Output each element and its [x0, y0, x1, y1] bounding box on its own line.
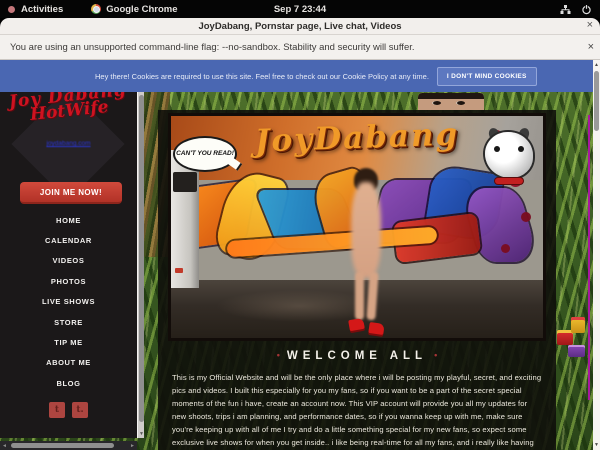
sidebar-menu: HOME CALENDAR VIDEOS PHOTOS LIVE SHOWS S… — [0, 210, 137, 394]
graffiti-dot — [521, 212, 531, 222]
activities-button[interactable]: Activities — [8, 4, 63, 15]
heading-dot-icon: • — [277, 350, 280, 360]
sidebar: Joy Dabang HotWife joydabang.com JOIN ME… — [0, 92, 137, 438]
page-vertical-scrollbar[interactable]: ▲ ▼ — [593, 60, 600, 450]
scroll-down-icon[interactable]: ▼ — [138, 431, 145, 437]
sidebar-item-home[interactable]: HOME — [0, 210, 137, 230]
flag-warning-message: You are using an unsupported command-lin… — [10, 42, 415, 53]
sidebar-item-about-me[interactable]: ABOUT ME — [0, 353, 137, 373]
page-scrollbar-thumb[interactable] — [594, 71, 599, 131]
sidebar-vertical-scrollbar[interactable]: ▼ — [137, 92, 144, 438]
model-figure-image — [343, 168, 391, 338]
gnome-top-bar: Activities Google Chrome Sep 7 23:44 — [0, 0, 600, 18]
sidebar-item-videos[interactable]: VIDEOS — [0, 251, 137, 271]
face-eye — [456, 101, 465, 105]
background-face-image — [418, 93, 484, 110]
face-eye — [432, 101, 441, 105]
accept-cookies-button[interactable]: I DON'T MIND COOKIES — [437, 67, 537, 86]
app-name-label: Google Chrome — [106, 4, 177, 15]
activities-label: Activities — [21, 4, 63, 15]
dog-eye — [518, 146, 524, 152]
sidebar-horizontal-scrollbar[interactable]: ◄ ► — [0, 441, 137, 450]
heading-dot-icon: • — [434, 350, 437, 360]
gift-box-decor — [571, 317, 585, 333]
face-hair — [418, 93, 484, 99]
gift-box-decor — [568, 345, 585, 357]
dog-eye — [494, 146, 500, 152]
power-icon[interactable] — [581, 4, 592, 15]
scroll-down-icon[interactable]: ▼ — [593, 442, 600, 448]
graffiti-dot — [501, 244, 510, 253]
dog-head — [485, 132, 533, 178]
red-heel — [348, 318, 365, 331]
figure-body — [351, 182, 381, 278]
sidebar-vertical-scrollbar-thumb[interactable] — [139, 95, 144, 422]
sidebar-item-tip-me[interactable]: TIP ME — [0, 332, 137, 352]
sidebar-item-blog[interactable]: BLOG — [0, 373, 137, 393]
window-close-icon[interactable]: × — [587, 19, 593, 31]
figure-leg — [366, 272, 378, 321]
screen: Activities Google Chrome Sep 7 23:44 Joy… — [0, 0, 600, 450]
main-content-panel: JoyDabang CAN'T YOU READ! •WELCOM — [158, 110, 556, 450]
window-title: JoyDabang, Pornstar page, Live chat, Vid… — [198, 21, 401, 32]
flag-warning-bar: You are using an unsupported command-lin… — [0, 35, 600, 60]
dog-collar — [495, 178, 523, 184]
scroll-left-icon[interactable]: ◄ — [0, 443, 9, 449]
chrome-icon — [91, 4, 101, 14]
sidebar-item-calendar[interactable]: CALENDAR — [0, 230, 137, 250]
sidebar-horizontal-scrollbar-thumb[interactable] — [11, 443, 114, 448]
bulldog-graffiti-icon — [481, 128, 537, 186]
figure-leg — [355, 272, 364, 320]
network-icon[interactable] — [560, 4, 571, 15]
welcome-heading: • WELCOME ALL • — [158, 350, 556, 362]
sidebar-item-live-shows[interactable]: LIVE SHOWS — [0, 292, 137, 312]
window-title-bar[interactable]: JoyDabang, Pornstar page, Live chat, Vid… — [0, 18, 600, 35]
background-purple-stripe — [588, 115, 590, 400]
notification-dot-icon — [8, 6, 15, 13]
twitter-icon[interactable]: t — [49, 402, 65, 418]
hero-image: JoyDabang CAN'T YOU READ! — [168, 113, 546, 341]
cookie-message: Hey there! Cookies are required to use t… — [95, 72, 429, 81]
flag-warning-close-icon[interactable]: × — [588, 41, 594, 53]
join-me-now-button[interactable]: JOIN ME NOW! — [20, 182, 122, 204]
social-links: t t. — [0, 402, 137, 418]
red-heel — [368, 322, 384, 335]
cookie-notice-bar: Hey there! Cookies are required to use t… — [0, 60, 593, 92]
focused-app-menu[interactable]: Google Chrome — [91, 4, 177, 15]
sidebar-item-photos[interactable]: PHOTOS — [0, 271, 137, 291]
truck-window — [173, 172, 197, 192]
welcome-paragraph: This is my Official Website and will be … — [172, 372, 542, 450]
truck-light — [175, 268, 183, 273]
logo-link[interactable]: joydabang.com — [0, 140, 137, 147]
speech-bubble: CAN'T YOU READ! — [173, 136, 237, 172]
clock[interactable]: Sep 7 23:44 — [0, 4, 600, 15]
sidebar-item-store[interactable]: STORE — [0, 312, 137, 332]
welcome-heading-text: WELCOME ALL — [287, 350, 427, 362]
scroll-up-icon[interactable]: ▲ — [593, 62, 600, 68]
scroll-right-icon[interactable]: ► — [128, 443, 137, 449]
tumblr-icon[interactable]: t. — [72, 402, 88, 418]
